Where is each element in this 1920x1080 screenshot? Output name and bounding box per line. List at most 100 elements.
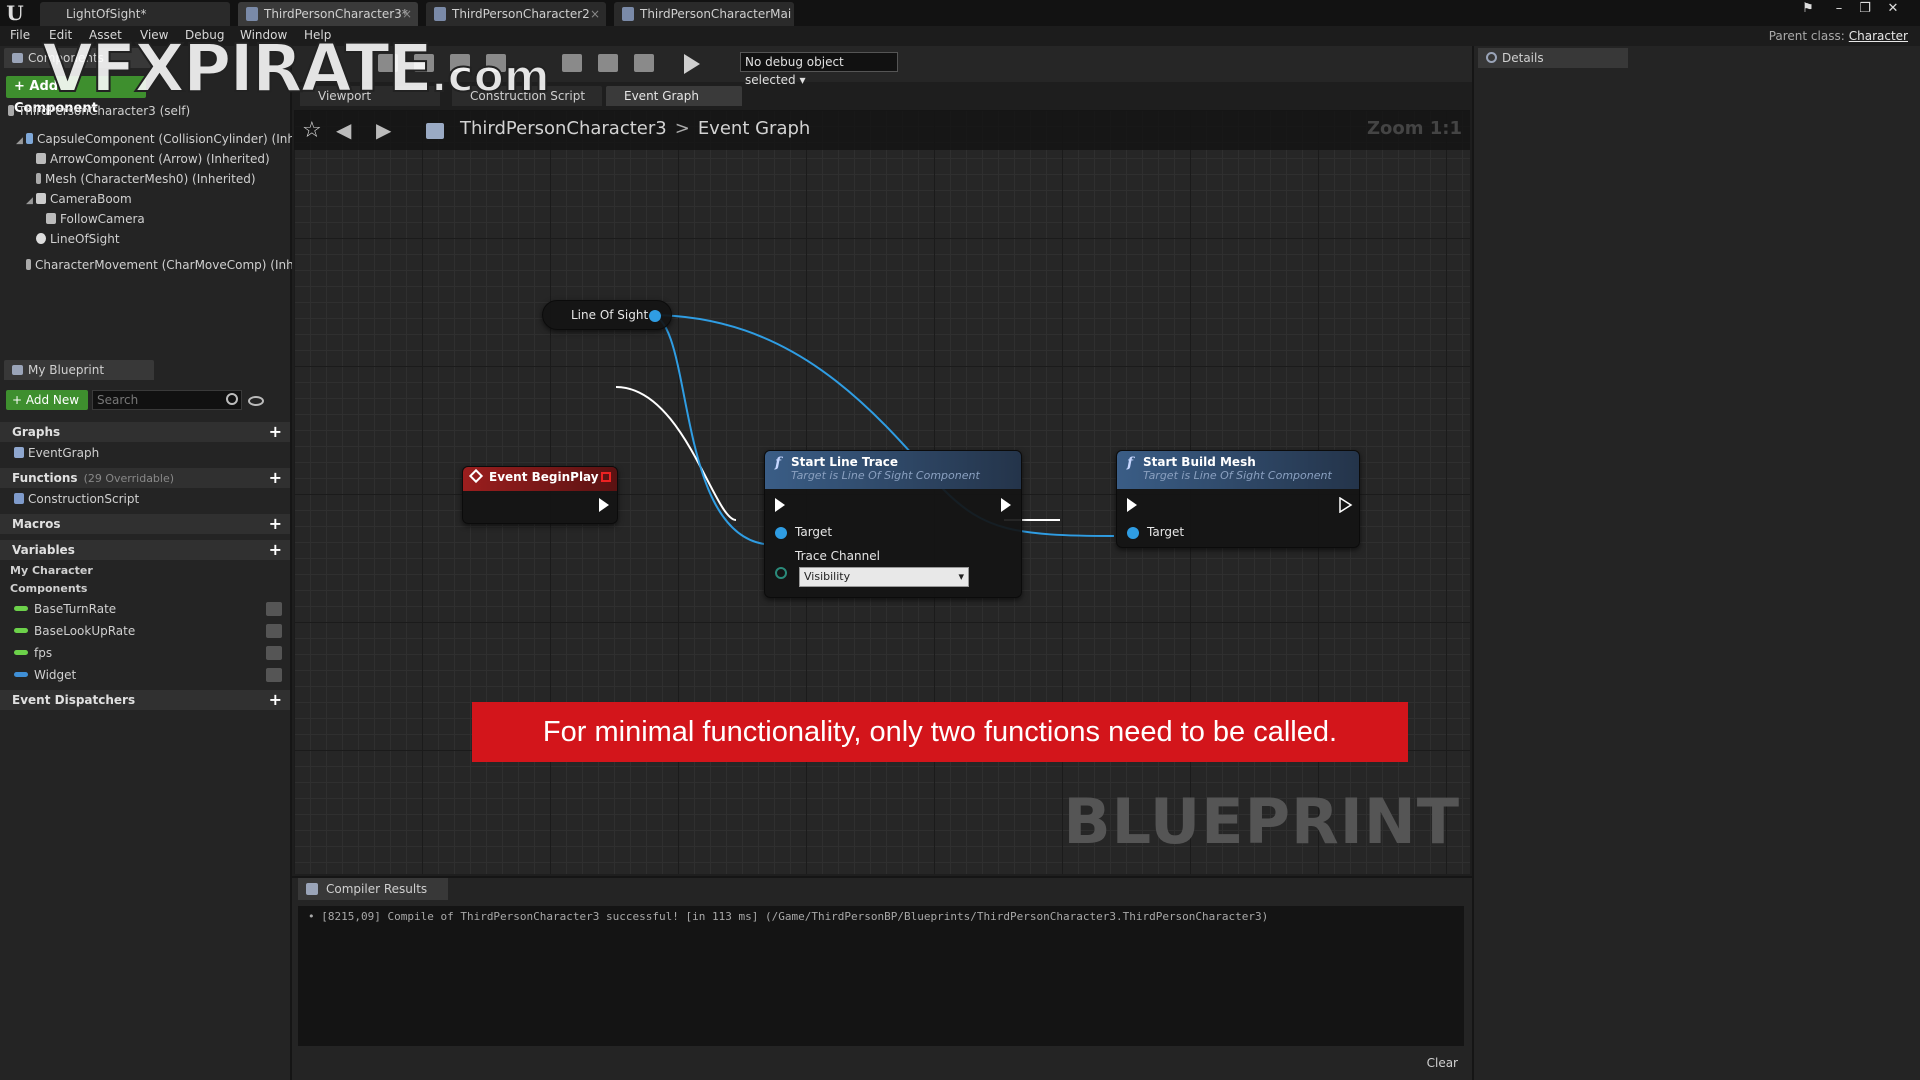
- tree-item-lineofsight[interactable]: LineOfSight: [36, 232, 120, 246]
- variable-fps[interactable]: fps: [14, 646, 52, 660]
- exec-output-pin[interactable]: [599, 498, 609, 512]
- variable-widget[interactable]: Widget: [14, 668, 76, 682]
- variable-baselookuprate[interactable]: BaseLookUpRate: [14, 624, 135, 638]
- add-dispatcher-plus-icon[interactable]: +: [269, 690, 282, 710]
- feedback-icon[interactable]: ⚑: [1795, 0, 1821, 20]
- tree-item-followcamera[interactable]: FollowCamera: [46, 212, 145, 226]
- doc-tab-thirdpersoncharacter3[interactable]: ThirdPersonCharacter3* ×: [238, 2, 418, 26]
- restore-icon[interactable]: ❐: [1852, 0, 1878, 20]
- blueprint-icon: [622, 7, 634, 21]
- debug-object-dropdown[interactable]: No debug object selected ▾: [740, 52, 898, 87]
- visibility-eye-icon[interactable]: [266, 646, 282, 660]
- search-icon[interactable]: [226, 393, 238, 405]
- expand-arrow-icon[interactable]: ◢: [16, 136, 26, 146]
- watermark-suffix: .com: [430, 50, 551, 103]
- function-icon: f: [775, 455, 782, 471]
- float-type-icon: [14, 650, 28, 655]
- section-label: Functions: [12, 471, 78, 485]
- close-icon[interactable]: ×: [402, 2, 412, 26]
- exec-input-pin[interactable]: [775, 498, 785, 512]
- tree-label: LineOfSight: [50, 232, 120, 246]
- spring-arm-icon: [36, 193, 46, 204]
- blueprint-book-icon: [12, 365, 23, 375]
- section-macros[interactable]: Macros +: [0, 514, 290, 534]
- add-new-button[interactable]: + Add New: [6, 390, 88, 410]
- variable-label: BaseLookUpRate: [34, 624, 136, 638]
- section-label: Graphs: [12, 425, 61, 439]
- add-variable-plus-icon[interactable]: +: [269, 540, 282, 560]
- details-tab[interactable]: Details: [1478, 48, 1628, 68]
- simulation-icon[interactable]: [634, 54, 654, 72]
- exec-output-pin[interactable]: [1339, 497, 1353, 513]
- close-icon[interactable]: ×: [590, 2, 600, 26]
- list-item-eventgraph[interactable]: EventGraph: [14, 446, 99, 460]
- node-start-build-mesh[interactable]: f Start Build Mesh Target is Line Of Sig…: [1116, 450, 1360, 548]
- variable-baseturnrate[interactable]: BaseTurnRate: [14, 602, 116, 616]
- compiler-results-tab[interactable]: Compiler Results: [298, 878, 448, 900]
- compiler-results-panel: Compiler Results • [8215,09] Compile of …: [292, 878, 1472, 1080]
- list-label: EventGraph: [28, 446, 100, 460]
- delegate-pin-icon[interactable]: [601, 472, 611, 482]
- doc-tab-thirdpersoncharacter2[interactable]: ThirdPersonCharacter2 ×: [426, 2, 606, 26]
- tree-item-arrow[interactable]: ArrowComponent (Arrow) (Inherited): [36, 152, 270, 166]
- tree-item-capsule[interactable]: ◢ CapsuleComponent (CollisionCylinder) (I…: [16, 132, 302, 146]
- target-input-pin[interactable]: [775, 527, 787, 539]
- compiler-icon: [306, 883, 318, 895]
- visibility-eye-icon[interactable]: [266, 668, 282, 682]
- exec-input-pin[interactable]: [1127, 498, 1137, 512]
- section-variables[interactable]: Variables +: [0, 540, 290, 560]
- unreal-logo-icon: U: [6, 1, 24, 25]
- category-my-character[interactable]: My Character: [10, 564, 93, 577]
- parent-class-label: Parent class:: [1768, 29, 1845, 43]
- trace-channel-select[interactable]: Visibility ▾: [799, 567, 969, 587]
- node-start-line-trace[interactable]: f Start Line Trace Target is Line Of Sig…: [764, 450, 1022, 598]
- visibility-eye-icon[interactable]: [266, 602, 282, 616]
- node-header: f Start Line Trace Target is Line Of Sig…: [765, 451, 1021, 489]
- node-line-of-sight[interactable]: Line Of Sight: [542, 300, 672, 330]
- arrow-icon: [36, 153, 46, 164]
- tree-item-cameraboom[interactable]: ◢ CameraBoom: [26, 192, 132, 206]
- node-title: Start Line Trace: [791, 455, 899, 469]
- tree-item-charactermovement[interactable]: CharacterMovement (CharMoveComp) (Inher: [26, 258, 306, 272]
- play-icon[interactable]: [684, 54, 700, 74]
- function-icon: [14, 493, 24, 504]
- section-functions[interactable]: Functions (29 Overridable) +: [0, 468, 290, 488]
- category-components[interactable]: Components: [10, 582, 87, 595]
- class-defaults-icon[interactable]: [598, 54, 618, 72]
- list-label: ConstructionScript: [28, 492, 140, 506]
- scene-component-icon: [36, 233, 46, 244]
- menu-file[interactable]: File: [10, 28, 30, 42]
- target-input-pin[interactable]: [1127, 527, 1139, 539]
- visibility-eye-icon[interactable]: [266, 624, 282, 638]
- list-item-constructionscript[interactable]: ConstructionScript: [14, 492, 139, 506]
- class-settings-icon[interactable]: [562, 54, 582, 72]
- add-function-plus-icon[interactable]: +: [269, 468, 282, 488]
- clear-button[interactable]: Clear: [1427, 1056, 1458, 1070]
- tab-label: Event Graph: [624, 89, 699, 103]
- minimize-icon[interactable]: –: [1826, 0, 1852, 20]
- expand-arrow-icon[interactable]: ◢: [26, 196, 36, 206]
- add-graph-plus-icon[interactable]: +: [269, 422, 282, 442]
- doc-tab-lightofsight[interactable]: LightOfSight*: [40, 2, 230, 26]
- tree-item-mesh[interactable]: Mesh (CharacterMesh0) (Inherited): [36, 172, 256, 186]
- doc-tab-thirdpersoncharactermap[interactable]: ThirdPersonCharacterMai: [614, 2, 794, 26]
- title-bar: U LightOfSight* ThirdPersonCharacter3* ×…: [0, 0, 1920, 26]
- view-options-eye-icon[interactable]: [248, 396, 264, 406]
- section-event-dispatchers[interactable]: Event Dispatchers +: [0, 690, 290, 710]
- trace-channel-pin[interactable]: [775, 567, 787, 579]
- output-pin[interactable]: [649, 310, 661, 322]
- tab-event-graph[interactable]: Event Graph: [606, 86, 742, 106]
- node-event-beginplay[interactable]: Event BeginPlay: [462, 466, 618, 524]
- blueprint-icon: [246, 7, 258, 21]
- close-window-icon[interactable]: ✕: [1880, 0, 1906, 20]
- section-label: Variables: [12, 543, 75, 557]
- doc-tab-label: ThirdPersonCharacterMai: [640, 7, 792, 21]
- my-blueprint-tab[interactable]: My Blueprint: [4, 360, 154, 380]
- parent-class-link[interactable]: Character: [1849, 29, 1908, 43]
- float-type-icon: [14, 606, 28, 611]
- search-input[interactable]: Search: [92, 390, 242, 410]
- section-graphs[interactable]: Graphs +: [0, 422, 290, 442]
- exec-output-pin[interactable]: [1001, 498, 1011, 512]
- node-subtitle: Target is Line Of Sight Component: [791, 469, 980, 482]
- add-macro-plus-icon[interactable]: +: [269, 514, 282, 534]
